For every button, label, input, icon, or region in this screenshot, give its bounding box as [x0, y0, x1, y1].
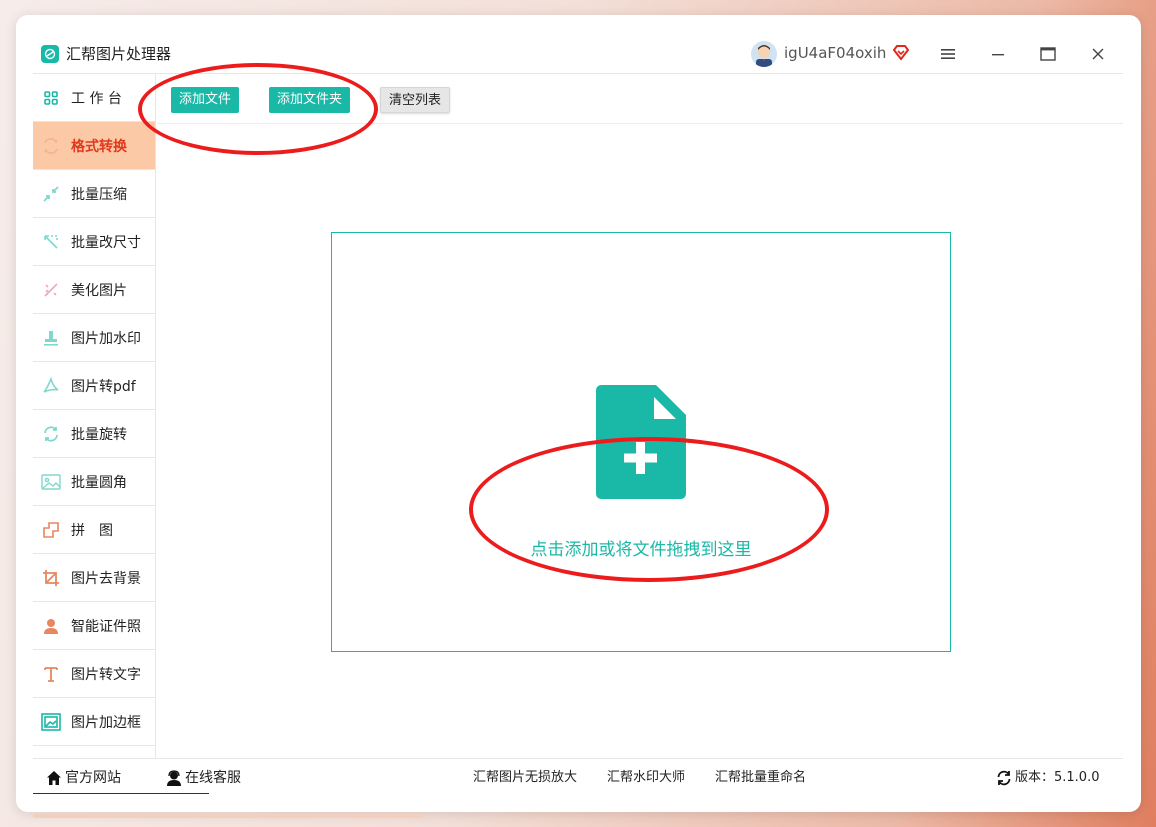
- official-site-label: 官方网站: [65, 770, 121, 786]
- grid-icon: [41, 88, 61, 108]
- file-drop-zone[interactable]: 点击添加或将文件拖拽到这里: [331, 232, 951, 652]
- sidebar-item-watermark[interactable]: 图片加水印: [33, 314, 155, 362]
- sidebar-item-label: 图片加边框: [71, 714, 141, 731]
- title-bar: 汇帮图片处理器 igU4aF04oxih: [16, 15, 1141, 73]
- home-icon: [45, 769, 63, 787]
- crop-icon: [41, 568, 61, 588]
- sidebar-item-rotate[interactable]: 批量旋转: [33, 410, 155, 458]
- sidebar-item-batch-compress[interactable]: 批量压缩: [33, 170, 155, 218]
- sidebar-item-label: 图片去背景: [71, 570, 141, 587]
- lossless-upscale-link[interactable]: 汇帮图片无损放大: [473, 769, 577, 787]
- taskbar-strip: [33, 814, 423, 818]
- customer-service-icon: [165, 769, 183, 787]
- sidebar-item-label: 图片加水印: [71, 330, 141, 347]
- sidebar-item-label: 批量压缩: [71, 186, 127, 203]
- sidebar-item-to-pdf[interactable]: 图片转pdf: [33, 362, 155, 410]
- text-icon: [41, 664, 61, 684]
- sidebar-item-label: 批量改尺寸: [71, 234, 141, 251]
- clear-list-button[interactable]: 清空列表: [380, 87, 451, 113]
- sidebar-item-remove-bg[interactable]: 图片去背景: [33, 554, 155, 602]
- app-window: 汇帮图片处理器 igU4aF04oxih 工 作 台 格式转换 批量压缩 批量改…: [16, 15, 1141, 812]
- sidebar-item-beautify[interactable]: 美化图片: [33, 266, 155, 314]
- sidebar-item-label: 格式转换: [71, 138, 127, 155]
- frame-icon: [41, 712, 61, 732]
- app-logo-icon: [41, 45, 59, 63]
- online-service-label: 在线客服: [185, 770, 241, 786]
- sidebar-item-label: 工 作 台: [71, 90, 122, 107]
- refresh-icon: [995, 769, 1013, 787]
- beautify-icon: [41, 280, 61, 300]
- official-site-link[interactable]: 官方网站: [45, 769, 121, 787]
- toolbar: 添加文件 添加文件夹 清空列表: [157, 74, 1123, 124]
- avatar[interactable]: [751, 41, 777, 67]
- vip-diamond-icon[interactable]: [892, 43, 910, 61]
- menu-icon[interactable]: [937, 43, 959, 65]
- watermark-master-link[interactable]: 汇帮水印大师: [607, 769, 685, 787]
- sidebar-item-to-text[interactable]: 图片转文字: [33, 650, 155, 698]
- footer-underline: [33, 793, 209, 794]
- drop-zone-text: 点击添加或将文件拖拽到这里: [530, 540, 752, 560]
- sidebar-item-add-frame[interactable]: 图片加边框: [33, 698, 155, 746]
- version-info: 版本：5.1.0.0: [995, 769, 1099, 787]
- resize-icon: [41, 232, 61, 252]
- sidebar-item-id-photo[interactable]: 智能证件照: [33, 602, 155, 650]
- sidebar-item-label: 批量圆角: [71, 474, 127, 491]
- puzzle-icon: [41, 520, 61, 540]
- rotate-icon: [41, 424, 61, 444]
- sidebar-item-label: 美化图片: [71, 282, 127, 299]
- sidebar-item-label: 批量旋转: [71, 426, 127, 443]
- compress-icon: [41, 184, 61, 204]
- app-title: 汇帮图片处理器: [66, 45, 172, 63]
- sidebar-item-label: 拼 图: [71, 522, 113, 539]
- convert-icon: [41, 136, 61, 156]
- stamp-icon: [41, 328, 61, 348]
- sidebar-item-round-corner[interactable]: 批量圆角: [33, 458, 155, 506]
- maximize-icon[interactable]: [1037, 43, 1059, 65]
- sidebar-item-workbench[interactable]: 工 作 台: [33, 74, 155, 122]
- sidebar-item-label: 图片转pdf: [71, 378, 136, 395]
- minimize-icon[interactable]: [987, 43, 1009, 65]
- sidebar-item-label: 图片转文字: [71, 666, 141, 683]
- batch-rename-link[interactable]: 汇帮批量重命名: [715, 769, 806, 787]
- version-label: 版本：5.1.0.0: [1015, 770, 1100, 785]
- sidebar-item-label: 智能证件照: [71, 618, 141, 635]
- sidebar-item-format-convert[interactable]: 格式转换: [33, 122, 155, 170]
- pdf-icon: [41, 376, 61, 396]
- sidebar-item-puzzle[interactable]: 拼 图: [33, 506, 155, 554]
- add-file-button[interactable]: 添加文件: [171, 87, 240, 113]
- file-add-icon[interactable]: [596, 385, 686, 499]
- image-icon: [41, 472, 61, 492]
- username[interactable]: igU4aF04oxih: [784, 44, 886, 62]
- footer: 官方网站 在线客服 汇帮图片无损放大 汇帮水印大师 汇帮批量重命名 版本：5.1…: [33, 759, 1123, 797]
- sidebar-item-resize[interactable]: 批量改尺寸: [33, 218, 155, 266]
- add-folder-button[interactable]: 添加文件夹: [269, 87, 351, 113]
- person-icon: [41, 616, 61, 636]
- sidebar: 工 作 台 格式转换 批量压缩 批量改尺寸 美化图片 图片加水印 图片转pdf …: [33, 74, 156, 758]
- online-service-link[interactable]: 在线客服: [165, 769, 241, 787]
- close-icon[interactable]: [1087, 43, 1109, 65]
